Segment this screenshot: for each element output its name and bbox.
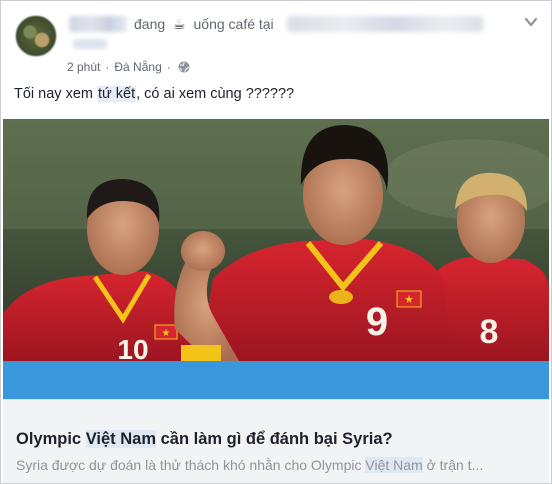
separator-dot-2: ·: [166, 60, 171, 74]
post-photo[interactable]: 8 10 ★ 9 ★: [3, 119, 549, 361]
message-text-before: Tối nay xem: [14, 86, 97, 102]
link-desc-highlight: Việt Nam: [365, 457, 423, 473]
post-header: đang ☕ uống café tại 2 phút · Đà Nẵng ·: [1, 1, 551, 81]
post-activity: đang ☕ uống café tại: [134, 16, 274, 33]
link-description: Syria được dự đoán là thử thách khó nhằn…: [16, 457, 483, 473]
author-name-blurred[interactable]: [69, 16, 127, 32]
svg-text:★: ★: [404, 293, 414, 306]
jersey-number-center: 9: [366, 300, 388, 344]
globe-icon[interactable]: [178, 61, 190, 73]
activity-verb: đang: [134, 16, 166, 32]
activity-text: uống café tại: [193, 16, 274, 32]
post-timestamp[interactable]: 2 phút: [67, 60, 100, 74]
post-location[interactable]: Đà Nẵng: [114, 60, 161, 74]
jersey-number-left: 10: [117, 334, 148, 361]
svg-text:★: ★: [162, 328, 171, 339]
place-name-blurred[interactable]: [287, 16, 483, 32]
coffee-icon: ☕: [173, 16, 186, 32]
football-players-image: 8 10 ★ 9 ★: [3, 119, 549, 361]
link-image-bar[interactable]: [3, 361, 549, 399]
jersey-number-right: 8: [480, 313, 499, 351]
link-desc-part-2: ở trận t...: [422, 457, 484, 473]
link-preview[interactable]: Olympic Việt Nam cần làm gì để đánh bại …: [3, 399, 549, 483]
separator-dot: ·: [105, 60, 110, 74]
link-title-highlight: Việt Nam: [85, 430, 157, 448]
message-hashtag-link[interactable]: tứ kết: [97, 86, 137, 102]
facebook-post: đang ☕ uống café tại 2 phút · Đà Nẵng · …: [0, 0, 552, 484]
message-text-after: , có ai xem cùng ??????: [136, 86, 295, 102]
link-desc-part: Syria được dự đoán là thử thách khó nhằn…: [16, 457, 366, 473]
chevron-down-icon[interactable]: [523, 15, 539, 29]
link-title-part: Olympic: [16, 430, 86, 448]
author-name-blurred-line2: [73, 39, 107, 49]
link-title-part-2: cần làm gì để đánh bại Syria?: [156, 430, 393, 448]
post-message: Tối nay xem tứ kết, có ai xem cùng ?????…: [14, 86, 294, 102]
link-title[interactable]: Olympic Việt Nam cần làm gì để đánh bại …: [16, 430, 393, 449]
avatar[interactable]: [15, 15, 57, 57]
post-meta: 2 phút · Đà Nẵng ·: [67, 60, 190, 74]
